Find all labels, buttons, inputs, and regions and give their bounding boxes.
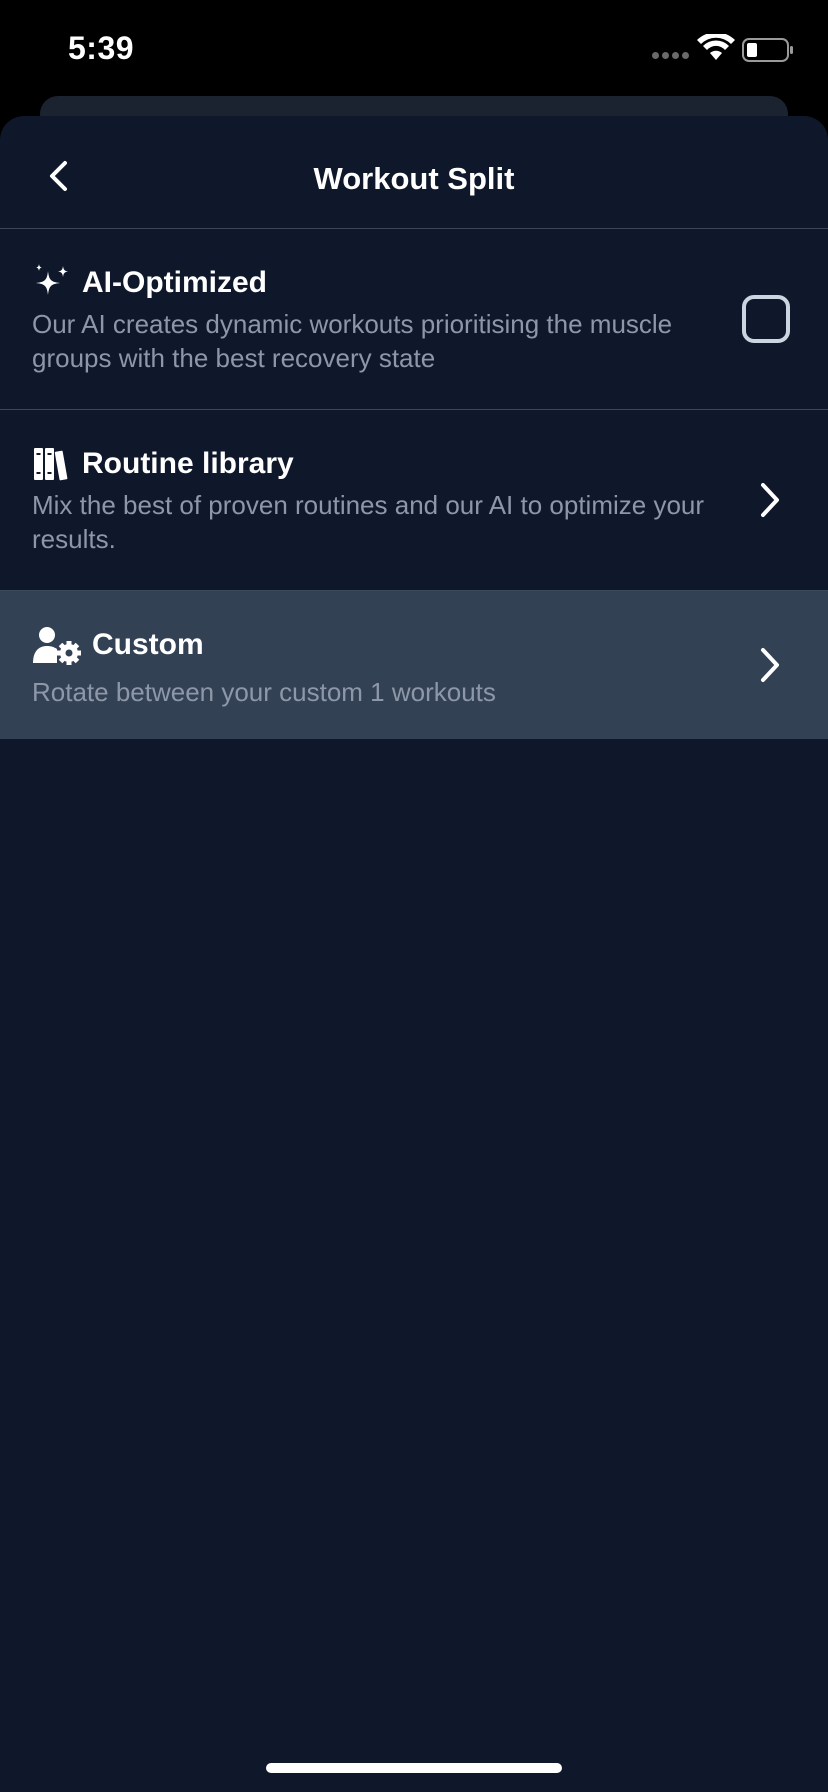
option-title: Routine library xyxy=(82,447,294,480)
option-ai-optimized[interactable]: AI-Optimized Our AI creates dynamic work… xyxy=(0,229,828,410)
option-header: Custom xyxy=(32,625,204,665)
workout-split-sheet: Workout Split AI-Optimized Our AI create… xyxy=(0,116,828,1792)
ai-optimized-checkbox[interactable] xyxy=(742,295,790,343)
wifi-icon xyxy=(697,34,735,60)
page-title: Workout Split xyxy=(313,161,515,196)
chevron-right-icon xyxy=(761,648,779,682)
option-description: Mix the best of proven routines and our … xyxy=(32,490,705,554)
option-description: Our AI creates dynamic workouts prioriti… xyxy=(32,309,673,373)
status-time: 5:39 xyxy=(68,30,135,66)
option-routine-library[interactable]: Routine library Mix the best of proven r… xyxy=(0,410,828,591)
option-title: Custom xyxy=(92,628,204,661)
screen: 5:39 Workout Split AI-Optimized Our AI c… xyxy=(0,0,828,1792)
user-gear-icon xyxy=(33,627,81,665)
sparkles-icon xyxy=(36,264,68,295)
option-custom[interactable]: Custom Rotate between your custom 1 work… xyxy=(0,591,828,739)
option-header: AI-Optimized xyxy=(32,263,267,303)
option-title: AI-Optimized xyxy=(82,266,267,299)
option-description: Rotate between your custom 1 workouts xyxy=(32,677,496,707)
books-icon xyxy=(34,448,68,481)
nav-bar: Workout Split xyxy=(0,116,828,229)
home-indicator[interactable] xyxy=(266,1763,562,1773)
option-header: Routine library xyxy=(32,444,294,484)
battery-icon xyxy=(742,38,793,62)
chevron-right-icon xyxy=(761,483,779,517)
status-bar: 5:39 xyxy=(0,0,828,100)
cellular-signal-icon xyxy=(652,52,689,59)
